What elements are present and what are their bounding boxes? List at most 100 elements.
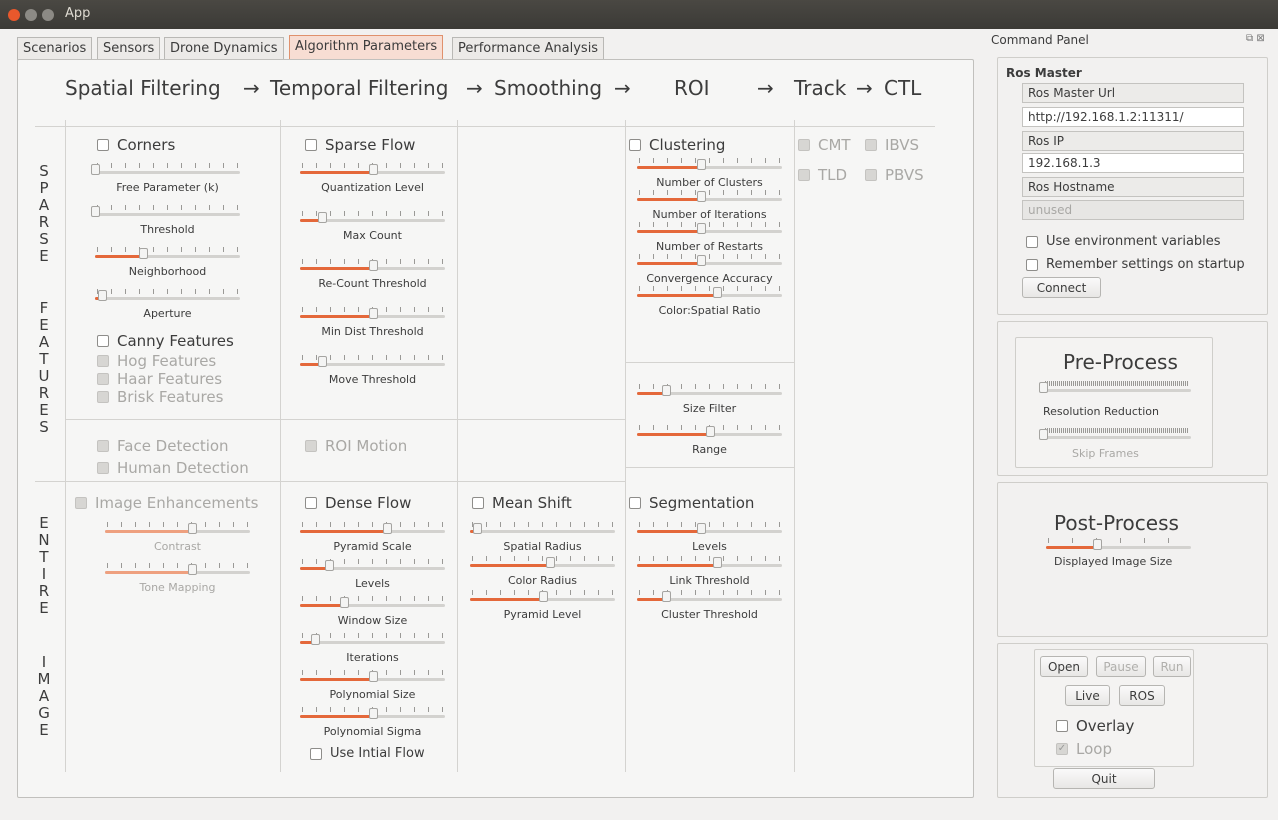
parameter-slider[interactable] (95, 289, 240, 303)
side-label-letter: R (38, 582, 50, 600)
slider-handle[interactable] (98, 290, 108, 301)
slider-handle[interactable] (368, 164, 378, 175)
pipeline-arrow: → (614, 76, 631, 100)
ros-button[interactable]: ROS (1119, 685, 1165, 706)
parameter-slider[interactable] (637, 425, 782, 439)
slider-handle[interactable] (705, 426, 715, 437)
slider-handle[interactable] (339, 597, 349, 608)
clustering-checkbox[interactable]: Clustering (629, 136, 725, 154)
parameter-slider[interactable] (470, 522, 615, 536)
use-env-vars-checkbox[interactable]: Use environment variables (1026, 234, 1221, 249)
slider-handle[interactable] (538, 591, 548, 602)
parameter-slider[interactable] (300, 707, 445, 721)
corners-checkbox[interactable]: Corners (97, 136, 175, 154)
parameter-slider[interactable] (637, 158, 782, 172)
parameter-slider[interactable] (637, 384, 782, 398)
live-button[interactable]: Live (1065, 685, 1110, 706)
parameter-slider[interactable] (300, 522, 445, 536)
parameter-slider[interactable] (300, 355, 445, 369)
dense-flow-checkbox[interactable]: Dense Flow (305, 494, 411, 512)
parameter-slider[interactable] (470, 590, 615, 604)
slider-handle[interactable] (473, 523, 483, 534)
overlay-checkbox[interactable]: Overlay (1056, 717, 1134, 735)
segmentation-checkbox[interactable]: Segmentation (629, 494, 754, 512)
tab-scenarios[interactable]: Scenarios (17, 37, 93, 60)
tab-performance-analysis[interactable]: Performance Analysis (452, 37, 605, 60)
parameter-slider[interactable] (91, 163, 240, 177)
quit-button[interactable]: Quit (1053, 768, 1155, 789)
slider-handle[interactable] (696, 223, 706, 234)
parameter-slider[interactable] (300, 596, 445, 610)
remember-settings-label: Remember settings on startup (1046, 257, 1245, 272)
parameter-slider-label: Min Dist Threshold (321, 325, 424, 338)
tab-algorithm-parameters[interactable]: Algorithm Parameters (289, 35, 444, 60)
open-button[interactable]: Open (1040, 656, 1088, 677)
parameter-slider[interactable] (637, 286, 782, 300)
parameter-slider[interactable] (300, 307, 445, 321)
slider-handle[interactable] (662, 591, 671, 602)
sparse-flow-checkbox[interactable]: Sparse Flow (305, 136, 415, 154)
use-initial-flow-label: Use Intial Flow (330, 746, 425, 761)
slider-handle[interactable] (696, 159, 706, 170)
parameter-slider[interactable] (95, 247, 240, 261)
slider-handle[interactable] (368, 671, 378, 682)
slider-handle[interactable] (91, 164, 100, 175)
parameter-slider[interactable] (91, 205, 240, 219)
slider-handle[interactable] (368, 308, 378, 319)
use-initial-flow-checkbox[interactable]: Use Intial Flow (310, 746, 425, 761)
slider-ticks (97, 205, 238, 210)
parameter-slider[interactable] (637, 556, 782, 570)
tab-sensors[interactable]: Sensors (97, 37, 161, 60)
slider-fill (300, 604, 344, 607)
parameter-slider[interactable] (637, 190, 782, 204)
slider-handle[interactable] (368, 708, 378, 719)
slider-handle[interactable] (712, 287, 722, 298)
connect-button[interactable]: Connect (1022, 277, 1101, 298)
minimize-icon[interactable] (25, 9, 37, 21)
slider-handle[interactable] (1039, 382, 1048, 393)
parameter-slider[interactable] (470, 556, 615, 570)
slider-handle[interactable] (545, 557, 555, 568)
tab-drone-dynamics[interactable]: Drone Dynamics (164, 37, 284, 60)
canny-features-checkbox[interactable]: Canny Features (97, 332, 234, 350)
parameter-slider[interactable] (637, 254, 782, 268)
slider-handle[interactable] (383, 523, 392, 534)
parameter-slider[interactable] (637, 522, 782, 536)
parameter-slider[interactable] (300, 163, 445, 177)
slider-handle[interactable] (712, 557, 722, 568)
parameter-slider[interactable] (300, 670, 445, 684)
slider-handle[interactable] (325, 560, 334, 571)
slider-handle[interactable] (138, 248, 148, 259)
mean-shift-checkbox[interactable]: Mean Shift (472, 494, 572, 512)
slider-handle[interactable] (317, 356, 327, 367)
parameter-slider[interactable] (300, 211, 445, 225)
ros-master-url-input[interactable]: http://192.168.1.2:11311/ (1022, 107, 1244, 127)
side-label-entire: ENTIRE (34, 515, 54, 617)
post-process-title: Post-Process (1054, 511, 1179, 535)
resolution-reduction-slider[interactable] (1039, 381, 1191, 395)
remember-settings-checkbox[interactable]: Remember settings on startup (1026, 257, 1245, 272)
slider-handle[interactable] (91, 206, 100, 217)
slider-handle[interactable] (368, 260, 378, 271)
slider-ticks (1045, 428, 1189, 433)
tld-label: TLD (818, 166, 848, 184)
maximize-icon[interactable] (42, 9, 54, 21)
slider-handle[interactable] (310, 634, 320, 645)
slider-handle[interactable] (1092, 539, 1102, 550)
parameter-slider[interactable] (637, 590, 782, 604)
parameter-slider-label: Re-Count Threshold (318, 277, 427, 290)
parameter-slider[interactable] (300, 559, 445, 573)
parameter-slider[interactable] (637, 222, 782, 236)
displayed-image-size-slider[interactable] (1046, 538, 1191, 552)
slider-handle[interactable] (317, 212, 327, 223)
slider-handle[interactable] (696, 523, 706, 534)
slider-handle[interactable] (696, 191, 706, 202)
parameter-slider[interactable] (300, 259, 445, 273)
ros-ip-input[interactable]: 192.168.1.3 (1022, 153, 1244, 173)
pipeline-roi: ROI (674, 76, 710, 100)
float-icon[interactable]: ⧉ ⊠ (1246, 33, 1265, 44)
parameter-slider[interactable] (300, 633, 445, 647)
close-icon[interactable] (8, 9, 20, 21)
slider-handle[interactable] (662, 385, 671, 396)
slider-handle[interactable] (696, 255, 706, 266)
